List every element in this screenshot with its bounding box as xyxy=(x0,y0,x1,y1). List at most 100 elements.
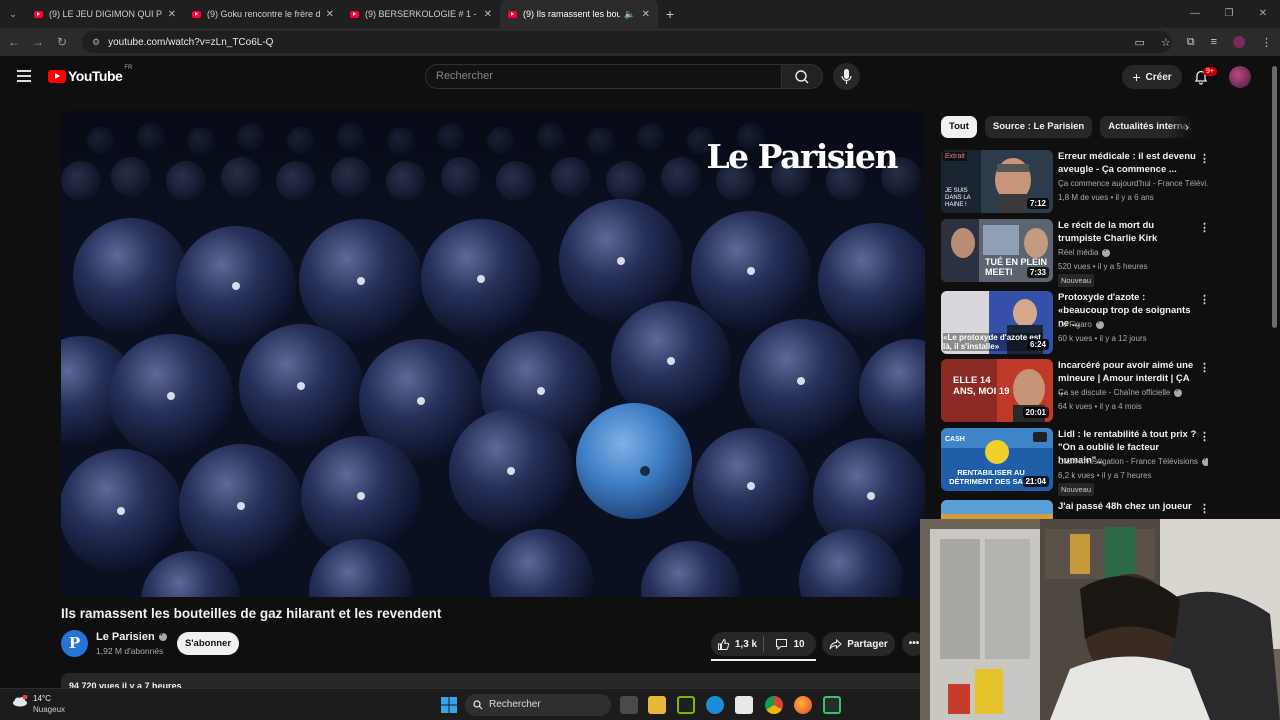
browser-tab[interactable]: (9) Goku rencontre le frère de ✕ xyxy=(184,0,342,28)
chrome-icon[interactable] xyxy=(765,696,783,714)
cloud-icon[interactable] xyxy=(12,695,28,707)
task-view-icon[interactable] xyxy=(620,696,638,714)
share-button[interactable]: Partager xyxy=(822,632,895,656)
more-options-icon[interactable]: ⋮ xyxy=(1199,361,1210,374)
close-tab-icon[interactable]: ✕ xyxy=(168,9,176,20)
voice-search-button[interactable] xyxy=(833,63,860,90)
browser-tab-active[interactable]: (9) Ils ramassent les bouteil 🔈 ✕ xyxy=(500,0,658,28)
new-tab-icon[interactable]: + xyxy=(658,6,682,22)
share-icon xyxy=(829,638,842,649)
more-options-icon[interactable]: ⋮ xyxy=(1199,152,1210,165)
url-field[interactable]: ⚙ youtube.com/watch?v=zLn_TCo6L-Q xyxy=(82,31,1172,53)
video-player[interactable]: Le Parisien xyxy=(61,111,925,597)
minimize-icon[interactable]: — xyxy=(1178,0,1212,28)
recommended-video[interactable]: ELLE 14 ANS, MOI 19 20:01 Incarcéré pour… xyxy=(941,359,1211,423)
video-title[interactable]: Erreur médicale : il est devenu aveugle … xyxy=(1058,150,1198,176)
cast-icon[interactable]: ▭ xyxy=(1134,36,1144,49)
youtube-logo[interactable]: YouTube FR xyxy=(48,65,132,84)
video-channel[interactable]: Réel média xyxy=(1058,248,1208,257)
back-icon[interactable]: ← xyxy=(2,35,26,49)
store-icon[interactable] xyxy=(735,696,753,714)
search-button[interactable] xyxy=(781,64,823,89)
menu-icon[interactable] xyxy=(17,70,31,82)
video-title[interactable]: J'ai passé 48h chez un joueur xyxy=(1058,500,1198,513)
video-title[interactable]: Le récit de la mort du trumpiste Charlie… xyxy=(1058,219,1198,245)
channel-text: Le Figaro xyxy=(1058,320,1092,329)
video-channel[interactable]: Ça commence aujourd'hui - France Télévi.… xyxy=(1058,179,1208,188)
reload-icon[interactable]: ↻ xyxy=(50,35,74,49)
browser-tab[interactable]: (9) BERSERKOLOGIE # 1 - Débu ✕ xyxy=(342,0,500,28)
browser-tab[interactable]: (9) LE JEU DIGIMON QUI PEUT ✕ xyxy=(26,0,184,28)
video-stats: 6,2 k vues • il y a 7 heures xyxy=(1058,471,1152,480)
like-button[interactable]: 1,3 k xyxy=(711,638,763,651)
video-stats: 64 k vues • il y a 4 mois xyxy=(1058,402,1142,411)
more-options-icon[interactable]: ⋮ xyxy=(1199,430,1210,443)
recommended-video[interactable]: «Le protoxyde d'azote est là, il s'insta… xyxy=(941,291,1211,355)
nvidia-icon[interactable] xyxy=(677,696,695,714)
video-thumbnail[interactable]: ELLE 14 ANS, MOI 19 20:01 xyxy=(941,359,1053,422)
profile-avatar-icon[interactable] xyxy=(1233,36,1245,48)
create-button[interactable]: + Créer xyxy=(1122,65,1182,89)
browser-actions: ▭ ☆ ⧉ ≡ ⋮ xyxy=(1134,28,1272,56)
bookmark-star-icon[interactable]: ☆ xyxy=(1161,36,1171,49)
subscriber-count: 1,92 M d'abonnés xyxy=(96,646,164,656)
video-thumbnail[interactable]: CASH RENTABILISER AU DÉTRIMENT DES SALA … xyxy=(941,428,1053,491)
close-tab-icon[interactable]: ✕ xyxy=(642,9,650,20)
weather-condition[interactable]: Nuageux xyxy=(33,705,65,714)
video-thumbnail[interactable]: «Le protoxyde d'azote est là, il s'insta… xyxy=(941,291,1053,354)
subscribe-button[interactable]: S'abonner xyxy=(177,632,239,655)
weather-temperature[interactable]: 14°C xyxy=(33,694,51,703)
firefox-icon[interactable] xyxy=(794,696,812,714)
app-icon[interactable] xyxy=(823,696,841,714)
tab-title: (9) Ils ramassent les bouteil xyxy=(523,9,621,19)
video-thumbnail[interactable]: TUÉ EN PLEIN MEETI 7:33 xyxy=(941,219,1053,282)
tab-search-icon[interactable]: ⌄ xyxy=(0,0,26,28)
site-info-icon[interactable]: ⚙ xyxy=(92,37,100,48)
windows-taskbar: 14°C Nuageux Rechercher xyxy=(0,688,920,720)
chevron-right-icon[interactable]: › xyxy=(1185,116,1189,138)
maximize-icon[interactable]: ❐ xyxy=(1212,0,1246,28)
notification-badge: 9+ xyxy=(1203,67,1217,76)
chip-all[interactable]: Tout xyxy=(941,116,977,138)
youtube-favicon-icon xyxy=(508,10,517,18)
more-options-icon[interactable]: ⋮ xyxy=(1199,221,1210,234)
thumbnail-caption: ELLE 14 ANS, MOI 19 xyxy=(953,375,1010,397)
channel-name[interactable]: Le Parisien xyxy=(96,631,167,643)
video-channel[interactable]: Cash Investigation - France Télévisions xyxy=(1058,457,1208,466)
recommended-video[interactable]: CASH RENTABILISER AU DÉTRIMENT DES SALA … xyxy=(941,428,1211,496)
media-control-icon[interactable]: ≡ xyxy=(1211,36,1217,48)
video-channel[interactable]: Ça se discute - Chaîne officielle xyxy=(1058,388,1208,397)
close-tab-icon[interactable]: ✕ xyxy=(484,9,492,20)
like-progress-underline xyxy=(711,659,816,661)
more-options-icon[interactable]: ⋮ xyxy=(1199,502,1210,515)
recommended-video[interactable]: Extrait JE SUIS DANS LA HAINE ! 7:12 Err… xyxy=(941,150,1211,214)
video-thumbnail[interactable]: Extrait JE SUIS DANS LA HAINE ! 7:12 xyxy=(941,150,1053,213)
chip-source[interactable]: Source : Le Parisien xyxy=(984,116,1093,138)
close-window-icon[interactable]: ✕ xyxy=(1246,0,1280,28)
edge-icon[interactable] xyxy=(706,696,724,714)
account-avatar[interactable] xyxy=(1229,66,1251,88)
youtube-favicon-icon xyxy=(350,10,359,18)
taskbar-search[interactable]: Rechercher xyxy=(465,694,611,716)
channel-text: Réel média xyxy=(1058,248,1099,257)
video-channel[interactable]: Le Figaro xyxy=(1058,320,1208,329)
comments-dislike-button[interactable]: 10 xyxy=(764,638,816,651)
windows-start-icon[interactable] xyxy=(440,696,458,714)
search-icon xyxy=(473,700,483,710)
like-count: 1,3 k xyxy=(734,638,758,650)
search-input[interactable]: Rechercher xyxy=(425,64,782,89)
scrollbar-thumb[interactable] xyxy=(1272,66,1277,328)
file-explorer-icon[interactable] xyxy=(648,696,666,714)
browser-menu-icon[interactable]: ⋮ xyxy=(1261,36,1272,49)
forward-icon[interactable]: → xyxy=(26,35,50,49)
close-tab-icon[interactable]: ✕ xyxy=(326,9,334,20)
extensions-icon[interactable]: ⧉ xyxy=(1187,36,1195,49)
like-icon xyxy=(717,638,730,650)
thumbnail-logo: CASH xyxy=(945,436,965,443)
more-options-icon[interactable]: ⋮ xyxy=(1199,293,1210,306)
speaker-icon[interactable]: 🔈 xyxy=(624,9,635,20)
channel-text: Cash Investigation - France Télévisions xyxy=(1058,457,1198,466)
webcam-image xyxy=(920,519,1280,720)
channel-avatar[interactable]: P xyxy=(61,630,88,657)
recommended-video[interactable]: TUÉ EN PLEIN MEETI 7:33 Le récit de la m… xyxy=(941,219,1211,287)
